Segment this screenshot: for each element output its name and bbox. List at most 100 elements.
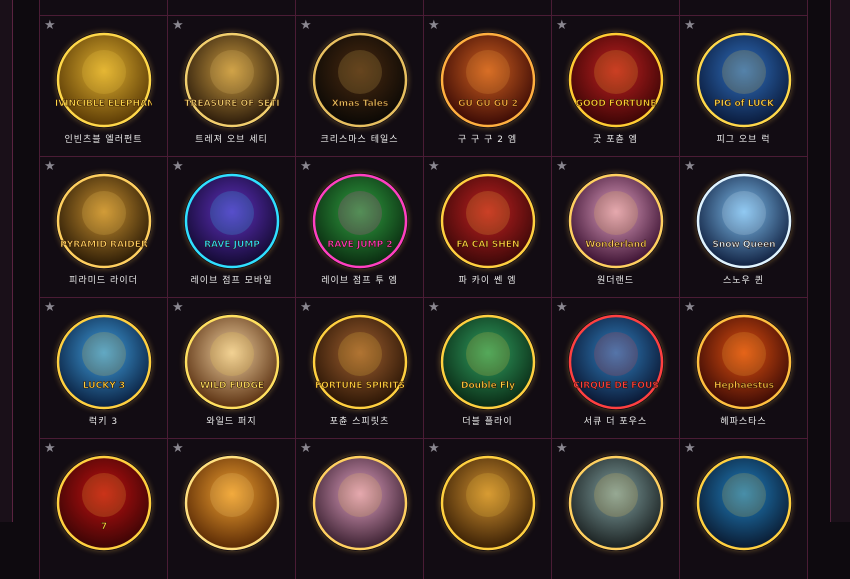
game-tile[interactable]: ★ [168,0,295,15]
game-title: 와일드 퍼지 [206,417,257,427]
game-title: 럭키 3 [88,417,119,427]
game-tile[interactable]: ★ [424,0,551,15]
favorite-star-icon[interactable]: ★ [172,301,185,314]
game-title: 피그 오브 럭 [716,135,771,145]
game-tile[interactable]: ★ Double Fly 더블 플라이 [424,298,551,438]
favorite-star-icon[interactable]: ★ [300,19,313,32]
favorite-star-icon[interactable]: ★ [44,301,57,314]
game-thumbnail[interactable]: CIRQUE DE FOUS [568,314,664,410]
game-tile[interactable]: ★ [296,439,423,579]
game-tile[interactable]: ★ Snow Queen 스노우 퀸 [680,157,807,297]
game-thumbnail[interactable] [440,455,536,551]
game-title: 크리스마스 테일스 [320,135,399,145]
favorite-star-icon[interactable]: ★ [44,442,57,455]
game-logo-text: GOOD FORTUNE [575,99,656,109]
game-thumbnail[interactable]: Hephaestus [696,314,792,410]
game-title: 헤파스타스 [720,417,767,427]
game-tile[interactable]: ★ [552,439,679,579]
game-tile[interactable]: ★ FA CAI SHEN 파 카이 쎈 엠 [424,157,551,297]
game-title: 파 카이 쎈 엠 [458,276,517,286]
game-tile[interactable]: ★ INVINCIBLE ELEPHANT 인빈츠블 엘러펀트 [40,16,167,156]
favorite-star-icon[interactable]: ★ [300,301,313,314]
favorite-star-icon[interactable]: ★ [44,19,57,32]
game-thumbnail[interactable]: RAVE JUMP [184,173,280,269]
game-thumbnail[interactable]: Xmas Tales [312,32,408,128]
game-logo-text: CIRQUE DE FOUS [573,381,658,391]
game-tile[interactable]: ★ GU GU GU 2 구 구 구 2 엠 [424,16,551,156]
game-thumbnail[interactable]: TREASURE OF SETI [184,32,280,128]
game-thumbnail[interactable] [568,455,664,551]
game-tile[interactable]: ★ GOOD FORTUNE 굿 포츈 엠 [552,16,679,156]
favorite-star-icon[interactable]: ★ [172,160,185,173]
game-logo-text: RAVE JUMP [204,240,260,250]
game-thumbnail[interactable]: GOOD FORTUNE [568,32,664,128]
favorite-star-icon[interactable]: ★ [300,160,313,173]
game-tile[interactable]: ★ Wonderland 원더랜드 [552,157,679,297]
game-logo-text: FORTUNE SPIRITS [315,381,405,391]
game-tile[interactable]: ★ LUCKY 3 럭키 3 [40,298,167,438]
favorite-star-icon[interactable]: ★ [428,442,441,455]
favorite-star-icon[interactable]: ★ [556,301,569,314]
game-tile[interactable]: ★ PYRAMID RAIDER 피라미드 라이더 [40,157,167,297]
favorite-star-icon[interactable]: ★ [44,160,57,173]
game-logo-text: PYRAMID RAIDER [60,240,148,250]
game-tile[interactable]: ★ [680,0,807,15]
game-thumbnail[interactable]: LUCKY 3 [56,314,152,410]
game-logo-text: Xmas Tales [331,99,387,109]
favorite-star-icon[interactable]: ★ [172,19,185,32]
game-thumbnail[interactable]: FORTUNE SPIRITS [312,314,408,410]
game-tile[interactable]: ★ [424,439,551,579]
favorite-star-icon[interactable]: ★ [684,19,697,32]
game-logo-text: Hephaestus [713,381,773,391]
game-tile[interactable]: ★ Hephaestus 헤파스타스 [680,298,807,438]
favorite-star-icon[interactable]: ★ [556,19,569,32]
game-thumbnail[interactable] [312,455,408,551]
game-tile[interactable]: ★ PIG of LUCK 피그 오브 럭 [680,16,807,156]
favorite-star-icon[interactable]: ★ [684,442,697,455]
game-logo-text: PIG of LUCK [714,99,775,109]
game-tile[interactable]: ★ WILD FUDGE 와일드 퍼지 [168,298,295,438]
game-tile[interactable]: ★ Xmas Tales 크리스마스 테일스 [296,16,423,156]
game-thumbnail[interactable]: WILD FUDGE [184,314,280,410]
game-thumbnail[interactable] [696,455,792,551]
game-tile[interactable]: ★ RAVE JUMP 2 레이브 점프 투 엠 [296,157,423,297]
game-thumbnail[interactable]: 7 [56,455,152,551]
game-tile[interactable]: ★ [552,0,679,15]
game-tile[interactable]: ★ [40,0,167,15]
favorite-star-icon[interactable]: ★ [556,160,569,173]
favorite-star-icon[interactable]: ★ [428,301,441,314]
favorite-star-icon[interactable]: ★ [172,442,185,455]
game-logo-text: Snow Queen [712,240,775,250]
game-thumbnail[interactable]: Snow Queen [696,173,792,269]
game-title: 포츈 스피릿츠 [329,417,390,427]
left-border [12,0,13,522]
game-tile[interactable]: ★ [680,439,807,579]
favorite-star-icon[interactable]: ★ [428,19,441,32]
game-thumbnail[interactable]: PYRAMID RAIDER [56,173,152,269]
game-tile[interactable]: ★ 7 [40,439,167,579]
game-thumbnail[interactable] [184,455,280,551]
favorite-star-icon[interactable]: ★ [428,160,441,173]
favorite-star-icon[interactable]: ★ [300,442,313,455]
game-thumbnail[interactable]: FA CAI SHEN [440,173,536,269]
game-title: 피라미드 라이더 [69,276,138,286]
game-logo-text: INVINCIBLE ELEPHANT [56,99,152,109]
game-thumbnail[interactable]: PIG of LUCK [696,32,792,128]
game-thumbnail[interactable]: GU GU GU 2 [440,32,536,128]
game-logo-text: RAVE JUMP 2 [327,240,392,250]
game-logo-text: TREASURE OF SETI [184,99,279,109]
game-logo-text: GU GU GU 2 [458,99,518,109]
game-thumbnail[interactable]: INVINCIBLE ELEPHANT [56,32,152,128]
game-tile[interactable]: ★ [168,439,295,579]
game-thumbnail[interactable]: Wonderland [568,173,664,269]
game-tile[interactable]: ★ [296,0,423,15]
game-tile[interactable]: ★ TREASURE OF SETI 트레져 오브 세티 [168,16,295,156]
favorite-star-icon[interactable]: ★ [684,160,697,173]
favorite-star-icon[interactable]: ★ [556,442,569,455]
game-thumbnail[interactable]: RAVE JUMP 2 [312,173,408,269]
game-tile[interactable]: ★ RAVE JUMP 레이브 점프 모바일 [168,157,295,297]
game-tile[interactable]: ★ FORTUNE SPIRITS 포츈 스피릿츠 [296,298,423,438]
game-tile[interactable]: ★ CIRQUE DE FOUS 서큐 더 포우스 [552,298,679,438]
game-thumbnail[interactable]: Double Fly [440,314,536,410]
favorite-star-icon[interactable]: ★ [684,301,697,314]
